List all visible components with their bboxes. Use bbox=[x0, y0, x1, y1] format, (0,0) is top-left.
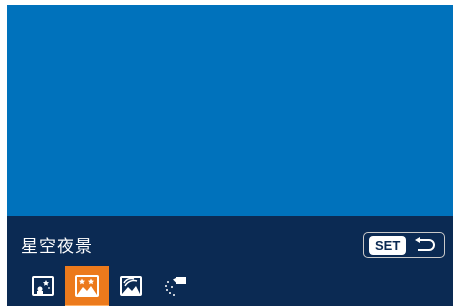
mode-option-star-portrait[interactable] bbox=[21, 266, 65, 306]
star-nightscape-icon bbox=[75, 275, 99, 297]
star-time-lapse-movie-icon bbox=[165, 277, 186, 296]
star-portrait-icon bbox=[32, 276, 54, 296]
live-view-preview bbox=[7, 5, 453, 216]
scene-mode-strip bbox=[21, 266, 197, 306]
current-mode-name: 星空夜景 bbox=[21, 237, 93, 257]
camera-screen: 星空夜景 SET bbox=[7, 5, 453, 306]
mode-option-star-nightscape[interactable] bbox=[65, 266, 109, 306]
mode-option-star-time-lapse-movie[interactable] bbox=[153, 266, 197, 306]
star-trails-icon bbox=[120, 276, 142, 296]
set-button-label: SET bbox=[369, 235, 407, 255]
mode-option-star-trails[interactable] bbox=[109, 266, 153, 306]
set-key-text: SET bbox=[375, 237, 401, 253]
mode-selection-bar: 星空夜景 SET bbox=[7, 216, 453, 306]
return-arrow-icon bbox=[415, 237, 436, 251]
set-return-hint[interactable]: SET bbox=[363, 232, 445, 258]
